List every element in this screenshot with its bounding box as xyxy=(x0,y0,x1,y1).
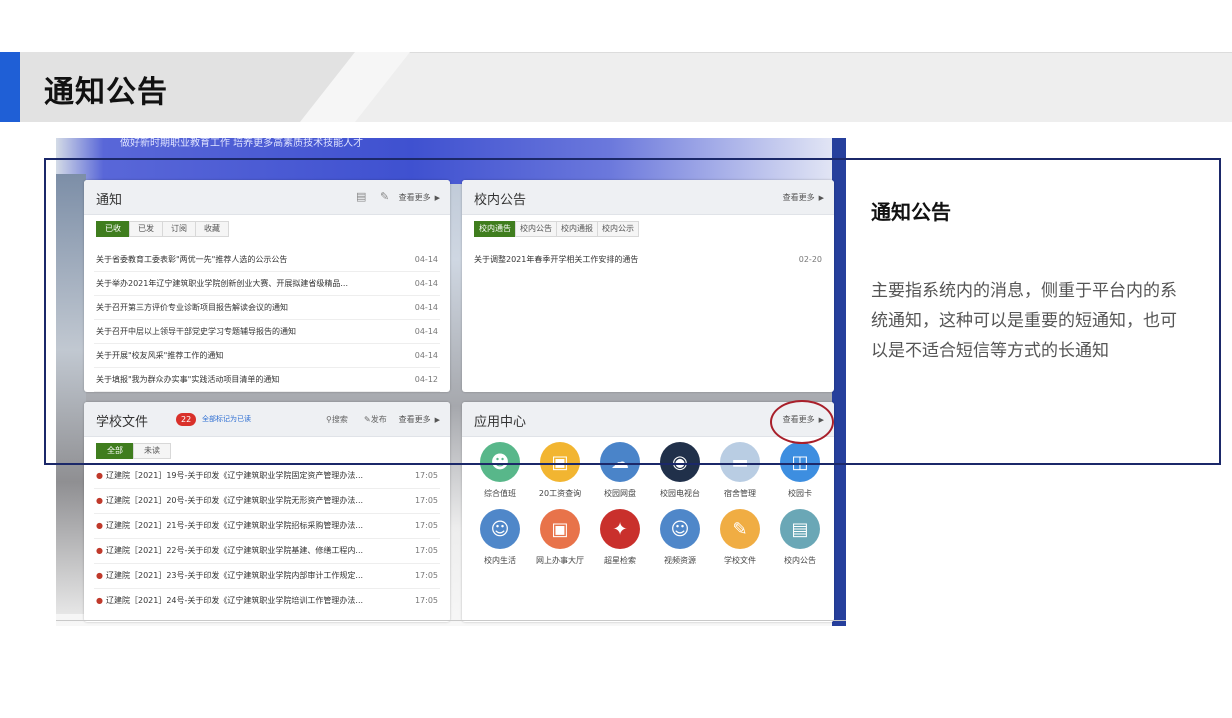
app-label: 宿舍管理 xyxy=(724,489,756,498)
app-label: 综合值班 xyxy=(484,489,516,498)
app-item[interactable]: ☺ 校内生活 xyxy=(470,509,530,566)
slide-header: 通知公告 xyxy=(0,52,1232,122)
list-item[interactable]: ● 辽建院［2021］24号-关于印发《辽宁建筑职业学院培训工作管理办法... 17… xyxy=(94,589,440,613)
app-label: 校内生活 xyxy=(484,556,516,565)
app-label: 网上办事大厅 xyxy=(536,556,584,565)
app-label: 校园卡 xyxy=(788,489,812,498)
bullet-icon: ● xyxy=(96,471,103,480)
portal-banner-text: 做好新时期职业教育工作 培养更多高素质技术技能人才 xyxy=(120,138,364,149)
online-hall-icon: ▣ xyxy=(540,509,580,549)
slide-title: 通知公告 xyxy=(44,75,168,110)
app-label: 校园电视台 xyxy=(660,489,700,498)
app-label: 学校文件 xyxy=(724,556,756,565)
app-label: 视频资源 xyxy=(664,556,696,565)
bullet-icon: ● xyxy=(96,521,103,530)
app-label: 20工资查询 xyxy=(538,489,582,498)
app-label: 校园网盘 xyxy=(604,489,636,498)
bullet-icon: ● xyxy=(96,496,103,505)
school-files-list: ● 辽建院［2021］19号-关于印发《辽宁建筑职业学院固定资产管理办法... 17… xyxy=(94,464,440,613)
list-item[interactable]: ● 辽建院［2021］22号-关于印发《辽宁建筑职业学院基建、修缮工程内... 17… xyxy=(94,539,440,564)
campus-notice-icon: ▤ xyxy=(780,509,820,549)
description-title: 通知公告 xyxy=(871,200,951,224)
header-accent-bar xyxy=(0,52,20,122)
app-item[interactable]: ▣ 网上办事大厅 xyxy=(530,509,590,566)
school-file-icon: ✎ xyxy=(720,509,760,549)
list-item[interactable]: ● 辽建院［2021］21号-关于印发《辽宁建筑职业学院招标采购管理办法... 17… xyxy=(94,514,440,539)
app-label: 校内公告 xyxy=(784,556,816,565)
search-engine-icon: ✦ xyxy=(600,509,640,549)
app-item[interactable]: ▤ 校内公告 xyxy=(770,509,830,566)
list-item[interactable]: ● 辽建院［2021］23号-关于印发《辽宁建筑职业学院内部审计工作规定... 17… xyxy=(94,564,440,589)
portal-footer-divider xyxy=(56,620,846,621)
bullet-icon: ● xyxy=(96,546,103,555)
description-body: 主要指系统内的消息，侧重于平台内的系统通知，这种可以是重要的短通知，也可以是不适… xyxy=(871,281,1177,361)
campus-life-icon: ☺ xyxy=(480,509,520,549)
video-resource-icon: ☺ xyxy=(660,509,700,549)
app-item[interactable]: ✎ 学校文件 xyxy=(710,509,770,566)
bullet-icon: ● xyxy=(96,596,103,605)
app-item[interactable]: ✦ 超星检索 xyxy=(590,509,650,566)
list-item[interactable]: ● 辽建院［2021］20号-关于印发《辽宁建筑职业学院无形资产管理办法... 17… xyxy=(94,489,440,514)
list-item[interactable]: ● 辽建院［2021］19号-关于印发《辽宁建筑职业学院固定资产管理办法... 17… xyxy=(94,464,440,489)
app-label: 超星检索 xyxy=(604,556,636,565)
bullet-icon: ● xyxy=(96,571,103,580)
app-item[interactable]: ☺ 视频资源 xyxy=(650,509,710,566)
